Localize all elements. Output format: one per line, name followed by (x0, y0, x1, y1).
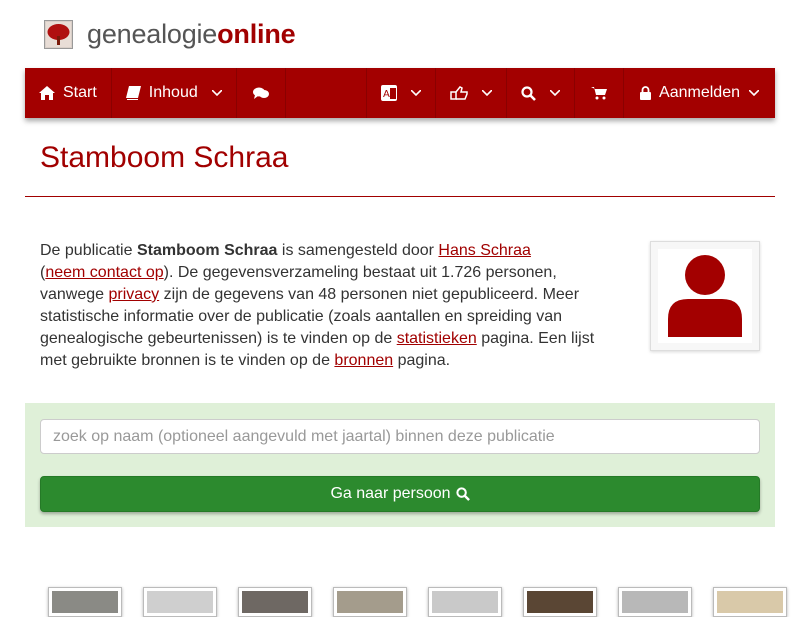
statistics-link[interactable]: statistieken (397, 330, 477, 347)
main-navbar: Start Inhoud A Aanmelden (25, 68, 775, 118)
brand-text-part1: genealogie (87, 18, 218, 49)
lock-icon (640, 86, 652, 100)
nav-inhoud-label: Inhoud (148, 84, 198, 101)
document-thumbnail (432, 591, 498, 613)
site-brand-link[interactable]: genealogieonline (87, 18, 296, 50)
sources-link[interactable]: bronnen (334, 352, 393, 369)
search-icon (455, 487, 470, 501)
media-thumbnail[interactable] (428, 587, 502, 617)
publication-name: Stamboom Schraa (136, 242, 278, 259)
nav-aanmelden-label: Aanmelden (659, 84, 740, 101)
hand-pointer-icon (450, 86, 468, 100)
contact-link[interactable]: neem contact op (45, 264, 163, 281)
photo-thumbnail (52, 591, 118, 613)
intro-text: De publicatie (40, 242, 137, 259)
user-silhouette-icon (668, 255, 742, 337)
person-search-input[interactable] (40, 419, 760, 454)
photo-thumbnail (242, 591, 308, 613)
svg-text:A: A (383, 89, 390, 100)
nav-cart[interactable] (575, 68, 625, 118)
chevron-down-icon (411, 90, 422, 96)
nav-start-label: Start (63, 84, 97, 101)
nav-language[interactable]: A (367, 68, 437, 118)
media-thumbnail[interactable] (48, 587, 122, 617)
chevron-down-icon (749, 90, 759, 96)
book-icon (125, 86, 141, 100)
nav-start[interactable]: Start (25, 68, 112, 118)
privacy-link[interactable]: privacy (109, 286, 160, 303)
go-to-person-button[interactable]: Ga naar persoon (40, 476, 760, 512)
chevron-down-icon (550, 90, 561, 96)
chevron-down-icon (211, 90, 222, 96)
media-thumbnail[interactable] (238, 587, 312, 617)
media-thumbnail[interactable] (618, 587, 692, 617)
comments-icon (252, 87, 269, 99)
nav-comments[interactable] (237, 68, 286, 118)
site-header: genealogieonline (44, 16, 296, 52)
go-to-person-label: Ga naar persoon (330, 485, 451, 502)
person-search-panel: Ga naar persoon (25, 403, 775, 527)
media-thumbnail[interactable] (333, 587, 407, 617)
photo-thumbnail (337, 591, 403, 613)
media-thumbnail[interactable] (143, 587, 217, 617)
nav-search[interactable] (507, 68, 576, 118)
title-divider (25, 196, 775, 197)
nav-share[interactable] (436, 68, 508, 118)
intro-text: pagina. (393, 352, 451, 369)
photo-thumbnail (527, 591, 593, 613)
publication-intro: De publicatie Stamboom Schraa is samenge… (40, 240, 605, 372)
nav-inhoud[interactable]: Inhoud (112, 68, 237, 118)
media-thumbnail[interactable] (713, 587, 787, 617)
cart-icon (591, 87, 608, 100)
media-thumbnail-strip (0, 587, 800, 617)
author-link[interactable]: Hans Schraa (438, 242, 531, 259)
media-thumbnail[interactable] (523, 587, 597, 617)
language-icon: A (381, 85, 398, 101)
brand-text-part2: online (217, 18, 296, 49)
author-avatar[interactable] (650, 241, 760, 351)
chevron-down-icon (482, 90, 493, 96)
photo-thumbnail (717, 591, 783, 613)
tree-logo-icon[interactable] (44, 19, 73, 49)
document-thumbnail (622, 591, 688, 613)
page-title: Stamboom Schraa (40, 141, 289, 174)
home-icon (39, 86, 55, 100)
search-icon (521, 85, 536, 101)
avatar-image (658, 249, 752, 343)
document-thumbnail (147, 591, 213, 613)
nav-aanmelden[interactable]: Aanmelden (624, 68, 775, 118)
intro-text: is samengesteld door (277, 242, 439, 259)
nav-spacer (286, 68, 368, 118)
